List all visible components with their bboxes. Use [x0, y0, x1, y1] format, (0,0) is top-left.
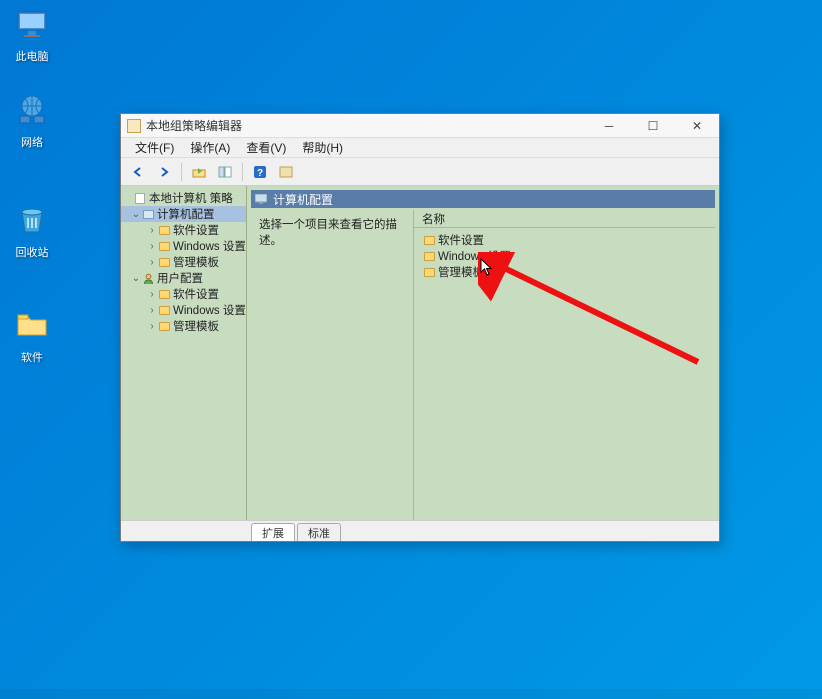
expand-icon[interactable]: ›	[147, 305, 157, 316]
content-area: 本地计算机 策略 ⌄ 计算机配置 › 软件设置 › Windows 设置 › 管…	[121, 186, 719, 520]
expand-icon[interactable]: ›	[147, 257, 157, 268]
globe-icon	[12, 90, 52, 130]
list-item-windows-settings[interactable]: Windows 设置	[414, 248, 715, 264]
desktop-network[interactable]: 网络	[4, 90, 60, 150]
tree-user-windows-settings[interactable]: › Windows 设置	[121, 302, 246, 318]
items-list: 名称 软件设置 Windows 设置 管理模板	[413, 210, 715, 520]
list-item-label: 软件设置	[438, 232, 484, 248]
tree-label: 软件设置	[173, 286, 219, 302]
folder-icon	[157, 240, 171, 252]
folder-icon	[422, 250, 436, 262]
tree-software-settings[interactable]: › 软件设置	[121, 222, 246, 238]
list-item-software-settings[interactable]: 软件设置	[414, 232, 715, 248]
user-icon	[141, 272, 155, 284]
taskbar[interactable]	[0, 689, 822, 699]
folder-icon	[157, 256, 171, 268]
menu-help[interactable]: 帮助(H)	[294, 137, 351, 158]
computer-icon	[255, 193, 269, 205]
tree-label: 本地计算机 策略	[149, 190, 233, 206]
toolbar-separator	[242, 163, 243, 181]
tree-label: Windows 设置	[173, 238, 246, 254]
menu-action[interactable]: 操作(A)	[182, 137, 238, 158]
tab-extended[interactable]: 扩展	[251, 523, 295, 541]
desktop-this-pc[interactable]: 此电脑	[4, 4, 60, 64]
list-item-label: 管理模板	[438, 264, 484, 280]
menu-view[interactable]: 查看(V)	[238, 137, 294, 158]
folder-icon	[157, 288, 171, 300]
expand-icon[interactable]: ›	[147, 289, 157, 300]
document-icon	[133, 192, 147, 204]
gpedit-window: 本地组策略编辑器 ─ ☐ ✕ 文件(F) 操作(A) 查看(V) 帮助(H) ?	[120, 113, 720, 542]
tree-label: 软件设置	[173, 222, 219, 238]
list-item-admin-templates[interactable]: 管理模板	[414, 264, 715, 280]
collapse-icon[interactable]: ⌄	[131, 273, 141, 284]
collapse-icon[interactable]: ⌄	[131, 209, 141, 220]
tree-label: 用户配置	[157, 270, 203, 286]
folder-icon	[157, 320, 171, 332]
show-hide-tree-button[interactable]	[214, 161, 236, 183]
computer-icon	[12, 4, 52, 44]
folder-icon	[157, 304, 171, 316]
tree-panel: 本地计算机 策略 ⌄ 计算机配置 › 软件设置 › Windows 设置 › 管…	[121, 186, 247, 520]
desktop-software-folder[interactable]: 软件	[4, 305, 60, 365]
tree-user-admin-templates[interactable]: › 管理模板	[121, 318, 246, 334]
tree-user-config[interactable]: ⌄ 用户配置	[121, 270, 246, 286]
desktop-recycle[interactable]: 回收站	[4, 200, 60, 260]
tree-user-software-settings[interactable]: › 软件设置	[121, 286, 246, 302]
tree-label: Windows 设置	[173, 302, 246, 318]
titlebar[interactable]: 本地组策略编辑器 ─ ☐ ✕	[121, 114, 719, 138]
computer-icon	[141, 208, 155, 220]
details-header: 计算机配置	[251, 190, 715, 208]
close-button[interactable]: ✕	[675, 114, 719, 137]
recycle-bin-icon	[12, 200, 52, 240]
help-button[interactable]: ?	[249, 161, 271, 183]
window-title: 本地组策略编辑器	[146, 117, 242, 134]
column-header-name[interactable]: 名称	[414, 210, 715, 228]
forward-button[interactable]	[153, 161, 175, 183]
details-header-text: 计算机配置	[273, 191, 333, 208]
tree-computer-config[interactable]: ⌄ 计算机配置	[121, 206, 246, 222]
svg-text:?: ?	[257, 168, 263, 179]
up-button[interactable]	[188, 161, 210, 183]
expand-icon[interactable]: ›	[147, 321, 157, 332]
folder-icon	[422, 266, 436, 278]
expand-icon[interactable]: ›	[147, 241, 157, 252]
desktop-icon-label: 此电脑	[4, 48, 60, 64]
app-icon	[127, 119, 141, 133]
folder-icon	[422, 234, 436, 246]
desktop-icon-label: 软件	[4, 349, 60, 365]
tree-label: 管理模板	[173, 254, 219, 270]
maximize-button[interactable]: ☐	[631, 114, 675, 137]
desktop-icon-label: 网络	[4, 134, 60, 150]
menubar: 文件(F) 操作(A) 查看(V) 帮助(H)	[121, 138, 719, 158]
tree-label: 管理模板	[173, 318, 219, 334]
tab-standard[interactable]: 标准	[297, 523, 341, 541]
list-item-label: Windows 设置	[438, 248, 511, 264]
folder-icon	[157, 224, 171, 236]
folder-icon	[12, 305, 52, 345]
toolbar: ?	[121, 158, 719, 186]
desktop-icon-label: 回收站	[4, 244, 60, 260]
expand-icon[interactable]: ›	[147, 225, 157, 236]
toolbar-separator	[181, 163, 182, 181]
description-text: 选择一个项目来查看它的描述。	[251, 210, 413, 520]
back-button[interactable]	[127, 161, 149, 183]
tree-label: 计算机配置	[157, 206, 215, 222]
tree-root[interactable]: 本地计算机 策略	[121, 190, 246, 206]
minimize-button[interactable]: ─	[587, 114, 631, 137]
menu-file[interactable]: 文件(F)	[127, 137, 182, 158]
tree-admin-templates[interactable]: › 管理模板	[121, 254, 246, 270]
details-panel: 计算机配置 选择一个项目来查看它的描述。 名称 软件设置 Windows 设置	[247, 186, 719, 520]
tabs-strip: 扩展 标准	[121, 520, 719, 541]
filter-button[interactable]	[275, 161, 297, 183]
tree-windows-settings[interactable]: › Windows 设置	[121, 238, 246, 254]
